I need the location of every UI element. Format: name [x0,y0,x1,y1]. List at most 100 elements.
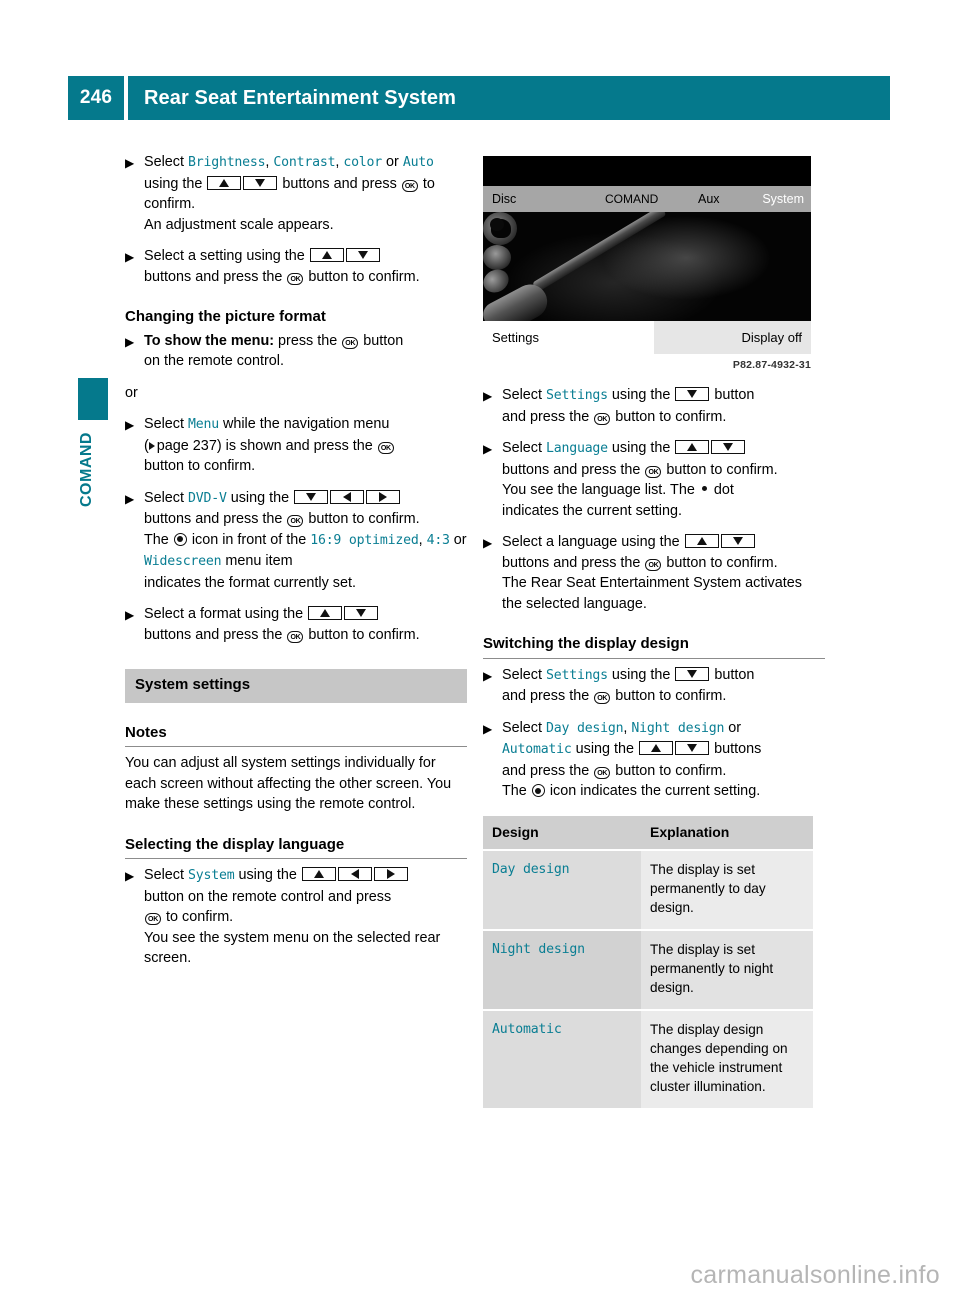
screen-button-display-off[interactable]: Display off [653,321,811,354]
step-text: button to confirm. [615,688,727,704]
option-contrast: Contrast [273,155,336,170]
format-16-9-optimized: 16:9 optimized [310,532,419,548]
menu-tab-aux[interactable]: Aux [698,192,720,206]
step-text: button to confirm. [666,554,778,571]
format-4-3: 4:3 [426,532,450,548]
up-arrow-button-icon [675,440,710,454]
step-text: buttons and press the [502,554,641,571]
step-text: button to confirm. [615,762,727,779]
step-text: indicates the format currently set. [144,574,356,591]
step-text: press the [278,332,338,349]
step-text: Select [144,154,184,170]
screen-button-settings[interactable]: Settings [483,321,654,354]
screwdriver-collar-graphic [483,265,513,297]
step-text: The [502,783,527,799]
step-text: menu item [225,553,293,569]
option-color: color [343,155,383,170]
step-text: while the navigation menu [222,416,390,432]
rse-screen: Disc COMAND Aux System Settings Display … [483,156,811,354]
heading-changing-picture-format: Changing the picture format [125,308,326,325]
ok-button-icon: OK [594,412,611,425]
cell-explanation: The display is set permanently to night … [641,929,813,1011]
step-text: on the remote control. [144,353,284,369]
instruction-step: ▶ Select DVD-V using the buttons and pre… [125,488,467,594]
menu-item-system: System [188,868,235,883]
menu-item-menu: Menu [188,417,219,432]
step-marker-icon: ▶ [125,869,135,883]
table-row: Night design The display is set permanen… [483,929,813,1011]
chapter-tab-label: COMAND [78,432,95,507]
menu-tab-disc[interactable]: Disc [492,192,516,206]
step-text: button on the remote control and press [144,888,392,905]
menu-tab-system[interactable]: System [762,192,804,206]
ok-button-icon: OK [645,465,662,478]
separator: , [265,154,270,170]
down-arrow-button-icon [345,248,380,262]
down-arrow-button-icon [243,175,278,190]
step-marker-icon: ▶ [125,491,135,506]
step-text: The Rear Seat Entertainment System activ… [502,575,802,612]
wrench-shaft-graphic [532,212,667,293]
step-text: Select [502,387,542,403]
step-text: icon in front of the [191,531,307,548]
instruction-step: ▶ Select a setting using the buttons and… [125,246,467,287]
column-header-explanation: Explanation [641,815,813,851]
step-marker-icon: ▶ [125,156,135,170]
left-text-column: ▶ Select Brightness, Contrast, color or … [125,152,467,969]
step-text: button to confirm. [615,408,727,425]
step-text: buttons and press the [144,511,283,527]
step-text: ) is shown and press the [216,437,373,454]
left-arrow-button-icon [337,867,372,881]
step-text: Select a setting using the [144,248,305,264]
step-text: or [728,719,742,736]
step-marker-icon: ▶ [125,608,135,622]
step-marker-icon: ▶ [125,334,135,349]
step-bold-lead: To show the menu: [144,332,275,349]
step-text: Select a language using the [502,534,680,550]
step-marker-icon: ▶ [483,668,493,683]
step-text: button to confirm. [308,626,420,643]
instruction-step: ▶ Select a format using the buttons and … [125,604,467,645]
step-text: button [714,666,755,683]
step-text: dot [713,482,734,498]
ok-button-icon: OK [145,913,161,925]
step-text: button [714,387,755,403]
filled-radio-icon [531,784,545,797]
table-header-row: Design Explanation [483,815,813,851]
step-text: using the [238,867,297,883]
instruction-step: ▶ To show the menu: press the OK button … [125,331,467,372]
ok-button-icon: OK [287,515,304,527]
step-text: and press the [502,408,590,425]
page-reference-text: page 237 [156,437,217,454]
step-text: buttons and press the [144,268,283,285]
step-text: button to confirm. [308,268,420,285]
page-title: Rear Seat Entertainment System [128,76,890,120]
step-text: icon indicates the current setting. [549,783,761,799]
option-auto: Auto [402,155,434,170]
step-text: using the [230,489,290,506]
cell-design: Automatic [483,1009,641,1110]
down-arrow-button-icon [294,489,329,504]
step-text: using the [611,666,671,683]
ok-button-icon: OK [342,336,359,349]
filled-radio-icon [173,532,187,546]
step-text: using the [144,175,203,192]
screen-bottom-bar: Settings Display off [483,321,811,354]
wrench-ring-end-graphic [483,245,511,270]
step-text: You see the system menu on the selected … [144,929,441,967]
up-arrow-button-icon [639,741,674,755]
down-arrow-button-icon [720,534,755,548]
right-arrow-button-icon [373,867,408,881]
step-text: buttons and press the [502,461,641,478]
page-reference-icon [148,441,155,450]
separator: , [335,154,340,170]
up-arrow-button-icon [207,175,242,190]
down-arrow-button-icon [675,666,710,681]
tools-artwork [483,212,811,321]
up-arrow-button-icon [301,867,336,881]
instruction-step: ▶ Select Menu while the navigation menu … [125,414,467,477]
instruction-step: ▶ Select Day design, Night design or Aut… [483,718,825,802]
down-arrow-button-icon [344,606,379,620]
step-text: button to confirm. [144,458,256,474]
menu-tab-comand[interactable]: COMAND [605,192,658,206]
